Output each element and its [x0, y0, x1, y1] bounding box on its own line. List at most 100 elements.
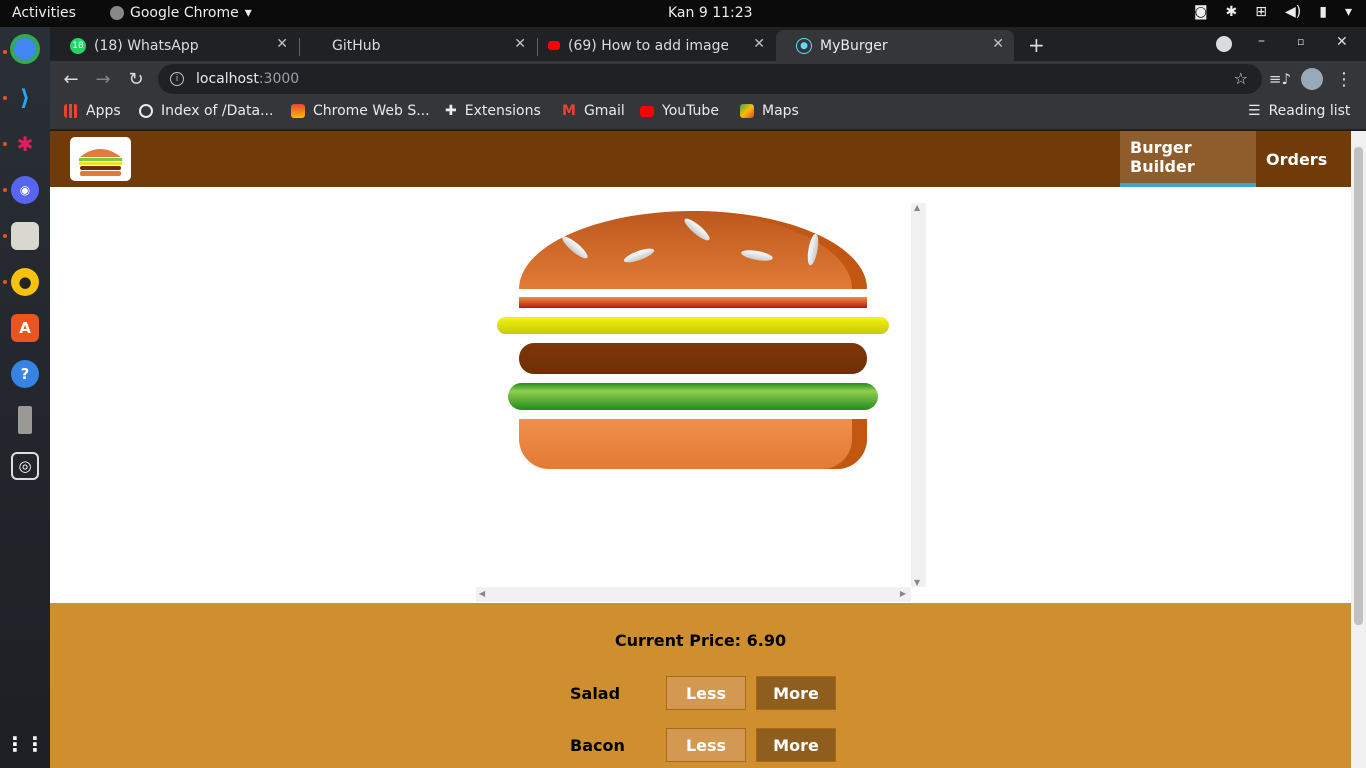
- clock[interactable]: Kan 9 11:23: [668, 5, 753, 21]
- screenshot-dock-icon[interactable]: ◎: [11, 452, 39, 480]
- discord-tray-icon[interactable]: ◙: [1194, 4, 1208, 20]
- meat-layer: [519, 343, 867, 374]
- bookmark-webstore[interactable]: Chrome Web S...: [291, 103, 430, 119]
- site-info-icon[interactable]: i: [170, 72, 184, 86]
- bookmark-maps[interactable]: Maps: [740, 103, 799, 119]
- burger-horizontal-scrollbar[interactable]: ◀ ▶: [476, 587, 911, 602]
- maximize-icon[interactable]: ▫: [1297, 35, 1304, 48]
- minimize-icon[interactable]: –: [1258, 33, 1265, 49]
- tab-title: MyBurger: [820, 37, 888, 54]
- bookmark-apps[interactable]: Apps: [64, 103, 121, 119]
- scroll-left-arrow[interactable]: ◀: [479, 589, 485, 598]
- close-icon[interactable]: ✕: [992, 36, 1004, 52]
- tab-title: (69) How to add images in: [568, 37, 728, 54]
- less-salad-button[interactable]: Less: [666, 676, 746, 710]
- build-control-salad: Salad Less More: [570, 676, 840, 710]
- reading-list[interactable]: ☰ Reading list: [1248, 103, 1350, 119]
- vscode-dock-icon[interactable]: ⟩: [11, 84, 39, 112]
- tab-myburger[interactable]: ● MyBurger ✕: [776, 30, 1014, 61]
- tab-search-icon[interactable]: [1216, 36, 1232, 52]
- volume-icon[interactable]: ◀): [1285, 4, 1301, 20]
- bookmark-star-icon[interactable]: ☆: [1234, 69, 1248, 88]
- activities-button[interactable]: Activities: [12, 5, 76, 21]
- scroll-down-arrow[interactable]: ▼: [914, 578, 920, 587]
- bookmark-youtube[interactable]: YouTube: [640, 103, 719, 119]
- close-icon[interactable]: ✕: [514, 36, 526, 52]
- bookmark-index[interactable]: Index of /Data...: [139, 103, 273, 119]
- chrome-dock-icon[interactable]: [14, 38, 36, 60]
- network-icon[interactable]: ⊞: [1255, 4, 1267, 20]
- bookmarks-bar: Apps Index of /Data... Chrome Web S... ✚…: [50, 97, 1366, 130]
- tab-title: GitHub: [332, 37, 381, 54]
- reading-list-label: Reading list: [1268, 103, 1351, 119]
- tab-youtube[interactable]: (69) How to add images in ✕: [528, 30, 775, 61]
- bacon-layer: [519, 297, 867, 308]
- system-tray[interactable]: ◙ ✱ ⊞ ◀) ▮ ▾: [1194, 4, 1352, 20]
- youtube-icon: [548, 41, 560, 50]
- burger-logo-icon: [79, 149, 122, 176]
- close-icon[interactable]: ✕: [753, 36, 765, 52]
- seed: [559, 233, 591, 262]
- reading-list-icon: ☰: [1248, 103, 1261, 119]
- discord-dock-icon[interactable]: ◉: [11, 176, 39, 204]
- browser-toolbar: ← → ↻ i localhost :3000 ☆ ≡♪ ⋮: [50, 61, 1366, 97]
- tab-github[interactable]: GitHub ✕: [312, 30, 536, 61]
- new-tab-button[interactable]: +: [1028, 33, 1045, 57]
- scrollbar-thumb[interactable]: [1354, 147, 1363, 625]
- slack-tray-icon[interactable]: ✱: [1226, 4, 1238, 20]
- slack-dock-icon[interactable]: ✱: [11, 130, 39, 158]
- battery-icon[interactable]: ▮: [1319, 4, 1327, 20]
- seed: [740, 248, 774, 263]
- running-indicator: [3, 96, 7, 100]
- tab-separator: [299, 38, 300, 56]
- tab-title: (18) WhatsApp: [94, 37, 199, 54]
- page-viewport: Burger Builder Orders ▲ ▼ ◀ ▶ Current Pr…: [50, 131, 1351, 768]
- media-control-icon[interactable]: ≡♪: [1268, 67, 1292, 91]
- scroll-up-arrow[interactable]: ▲: [914, 203, 920, 212]
- running-indicator: [3, 188, 7, 192]
- bookmark-label: Index of /Data...: [161, 103, 274, 119]
- system-top-bar: Activities Google Chrome ▾ Kan 9 11:23 ◙…: [0, 0, 1366, 27]
- burger-vertical-scrollbar[interactable]: ▲ ▼: [911, 203, 926, 587]
- app-header: Burger Builder Orders: [50, 131, 1351, 187]
- more-salad-button[interactable]: More: [756, 676, 836, 710]
- scroll-right-arrow[interactable]: ▶: [900, 589, 906, 598]
- rhythmbox-dock-icon[interactable]: ●: [11, 268, 39, 296]
- less-bacon-button[interactable]: Less: [666, 728, 746, 762]
- bookmark-gmail[interactable]: M Gmail: [562, 103, 625, 119]
- back-icon[interactable]: ←: [59, 67, 83, 91]
- maps-icon: [740, 104, 754, 118]
- more-bacon-button[interactable]: More: [756, 728, 836, 762]
- software-dock-icon[interactable]: A: [11, 314, 39, 342]
- nav-orders[interactable]: Orders: [1256, 131, 1337, 187]
- more-menu-icon[interactable]: ⋮: [1332, 67, 1356, 91]
- tab-whatsapp[interactable]: 18 (18) WhatsApp ✕: [50, 30, 298, 61]
- running-indicator: [3, 234, 7, 238]
- close-window-icon[interactable]: ✕: [1336, 34, 1348, 50]
- chrome-icon: [110, 6, 124, 20]
- apps-grid-icon: [64, 104, 78, 118]
- bookmark-label: Gmail: [583, 103, 625, 119]
- bookmark-label: Extensions: [464, 103, 541, 119]
- close-icon[interactable]: ✕: [276, 36, 288, 52]
- help-dock-icon[interactable]: ?: [11, 360, 39, 388]
- app-menu[interactable]: Google Chrome ▾: [110, 5, 252, 21]
- reload-icon[interactable]: ↻: [124, 67, 148, 91]
- avatar[interactable]: [1301, 68, 1323, 90]
- forward-icon[interactable]: →: [91, 67, 115, 91]
- bookmark-extensions[interactable]: ✚ Extensions: [445, 103, 541, 119]
- salad-layer: [508, 383, 878, 410]
- cheese-layer: [497, 317, 889, 334]
- running-indicator: [3, 142, 7, 146]
- gmail-icon: M: [562, 103, 576, 119]
- show-apps-icon[interactable]: ⋮⋮: [5, 730, 45, 758]
- running-indicator: [3, 50, 7, 54]
- caret-down-icon[interactable]: ▾: [1345, 4, 1352, 20]
- address-bar[interactable]: i localhost :3000 ☆: [158, 64, 1262, 94]
- burger-logo[interactable]: [70, 137, 131, 181]
- current-price: Current Price: 6.90: [614, 631, 787, 650]
- page-vertical-scrollbar[interactable]: [1351, 131, 1366, 768]
- usb-creator-dock-icon[interactable]: [18, 406, 32, 434]
- files-dock-icon[interactable]: [11, 222, 39, 250]
- nav-burger-builder[interactable]: Burger Builder: [1120, 131, 1256, 187]
